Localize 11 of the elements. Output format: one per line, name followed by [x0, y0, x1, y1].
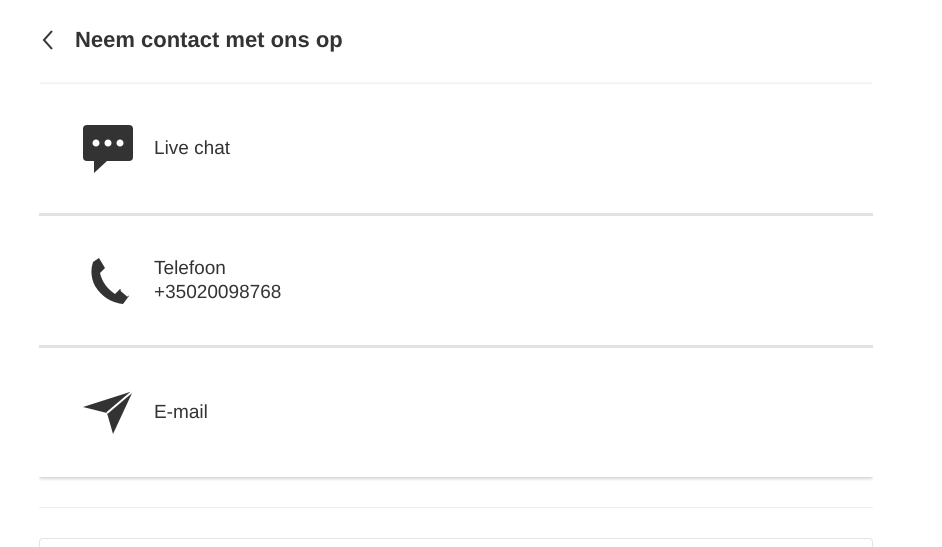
chat-bubble-icon [83, 124, 133, 174]
option-label: Live chat [154, 138, 230, 160]
paper-plane-icon [83, 390, 133, 434]
back-chevron-icon [41, 29, 55, 51]
contact-option[interactable]: Live chat [39, 84, 873, 213]
option-label: E-mail [154, 402, 208, 424]
phone-number: +35020098768 [154, 282, 282, 304]
option-label: Telefoon [154, 258, 227, 280]
contact-option[interactable]: E-mail [39, 348, 873, 477]
contact-option[interactable]: Telefoon +35020098768 [39, 216, 873, 345]
page-title: Neem contact met ons op [75, 27, 343, 53]
